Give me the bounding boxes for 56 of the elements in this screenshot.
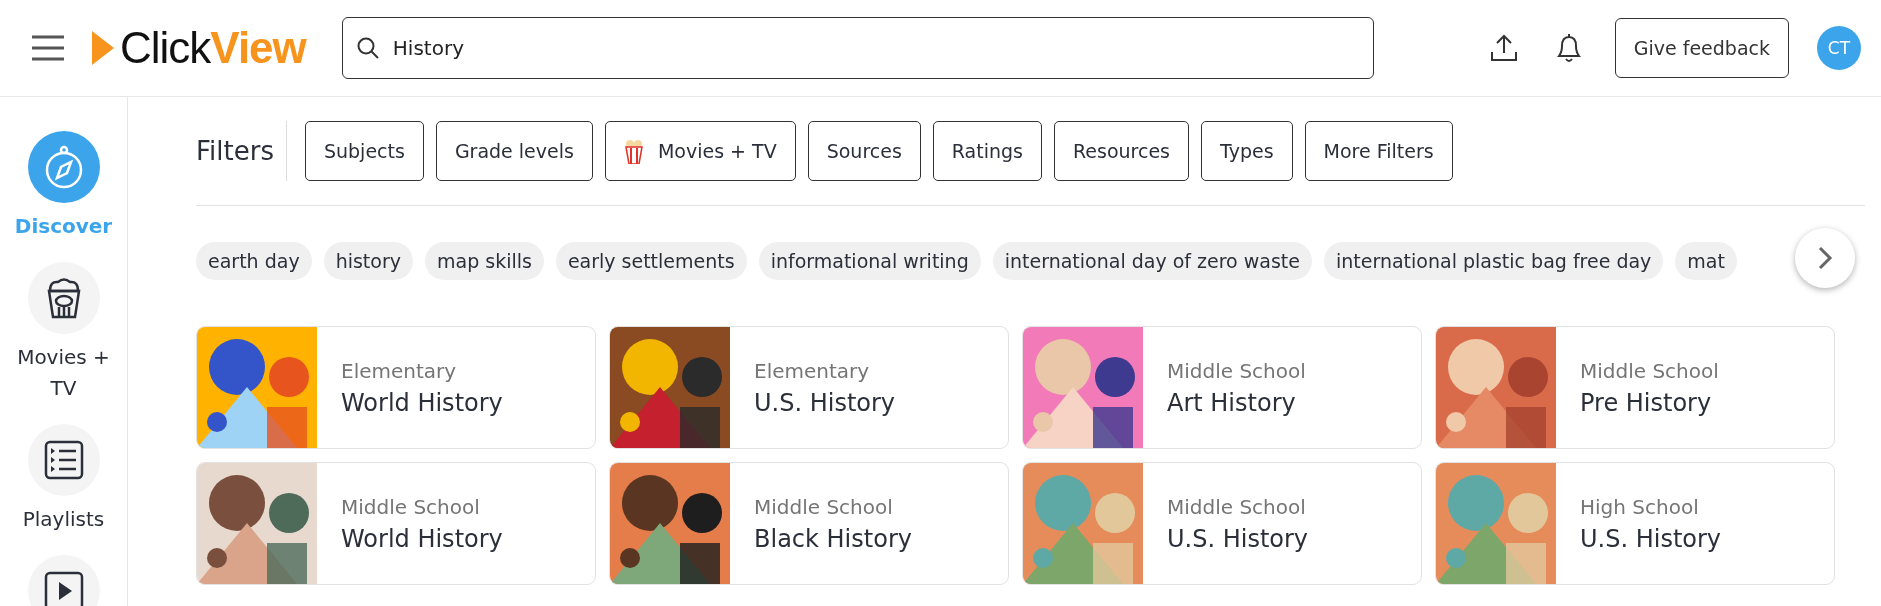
topic-tag[interactable]: mat: [1675, 242, 1737, 280]
filter-button[interactable]: Types: [1201, 121, 1293, 181]
chevron-right-icon: [1817, 245, 1833, 271]
card-level: High School: [1580, 494, 1700, 519]
course-card[interactable]: Elementary U.S. History: [609, 326, 1009, 449]
filter-button[interactable]: Grade levels: [435, 121, 593, 181]
topic-tag[interactable]: informational writing: [758, 242, 981, 280]
feedback-button[interactable]: Give feedback: [1614, 18, 1789, 78]
course-card[interactable]: Middle School Black History: [609, 462, 1009, 585]
card-level: Middle School: [754, 494, 894, 519]
card-title: U.S. History: [1167, 524, 1309, 553]
card-title: U.S. History: [754, 388, 896, 417]
card-title: World History: [341, 388, 503, 417]
course-card[interactable]: Middle School Pre History: [1435, 326, 1835, 449]
menu-icon[interactable]: [30, 33, 66, 63]
filter-button[interactable]: Resources: [1054, 121, 1190, 181]
card-title: World History: [341, 524, 503, 553]
card-level: Middle School: [1167, 358, 1306, 383]
list-icon: [43, 440, 84, 480]
course-card[interactable]: Middle School World History: [196, 462, 596, 585]
card-level: Elementary: [754, 358, 871, 383]
logo-text: View: [210, 23, 306, 73]
next-button[interactable]: [1795, 228, 1855, 288]
search-field[interactable]: History: [341, 17, 1374, 79]
logo-text: Click: [120, 23, 211, 73]
play-icon: [43, 571, 84, 606]
card-title: U.S. History: [1580, 524, 1722, 553]
card-level: Elementary: [341, 358, 458, 383]
filter-button[interactable]: Movies + TV: [604, 121, 796, 181]
topic-tag[interactable]: early settlements: [555, 242, 747, 280]
card-level: Middle School: [341, 494, 481, 519]
filter-button[interactable]: Ratings: [932, 121, 1042, 181]
sidebar-item[interactable]: [27, 555, 100, 606]
filters-title: Filters: [196, 121, 287, 181]
card-level: Middle School: [1580, 358, 1719, 383]
filter-button[interactable]: More Filters: [1304, 121, 1453, 181]
card-title: Black History: [754, 524, 912, 553]
course-card[interactable]: High School U.S. History: [1435, 462, 1835, 585]
topic-tag[interactable]: map skills: [425, 242, 544, 280]
search-icon: [355, 36, 380, 60]
topic-tag[interactable]: history: [323, 242, 413, 280]
course-card[interactable]: Middle School Art History: [1022, 326, 1422, 449]
topic-tag[interactable]: earth day: [196, 242, 312, 280]
topic-tag[interactable]: international day of zero waste: [992, 242, 1312, 280]
sidebar-item[interactable]: Playlists: [3, 424, 124, 535]
card-title: Art History: [1167, 388, 1297, 417]
popcorn-icon: [623, 138, 644, 164]
play-logo-icon: [92, 31, 114, 65]
course-card[interactable]: Middle School U.S. History: [1022, 462, 1422, 585]
card-level: Middle School: [1167, 494, 1307, 519]
filter-button[interactable]: Subjects: [304, 121, 424, 181]
sidebar-item[interactable]: Movies + TV: [3, 262, 124, 404]
topic-tag[interactable]: international plastic bag free day: [1324, 242, 1664, 280]
course-card[interactable]: Elementary World History: [196, 326, 596, 449]
card-title: Pre History: [1580, 388, 1713, 417]
filter-button[interactable]: Sources: [807, 121, 921, 181]
